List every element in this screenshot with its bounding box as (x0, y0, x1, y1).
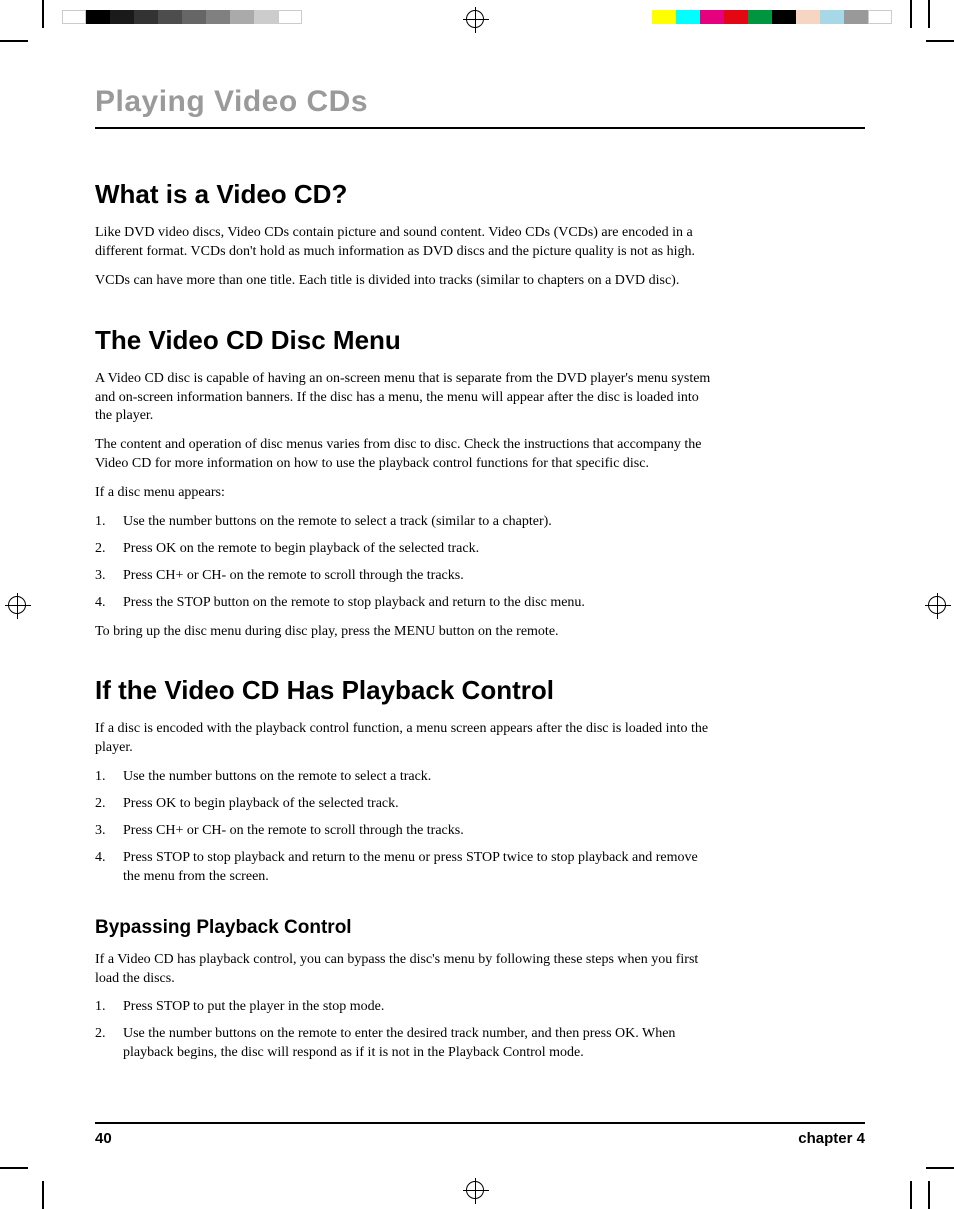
list-item: Press OK to begin playback of the select… (95, 795, 715, 814)
list-item: Press STOP to stop playback and return t… (95, 849, 715, 887)
crop-mark (42, 1181, 44, 1209)
heading-bypassing: Bypassing Playback Control (95, 917, 715, 939)
registration-mark-icon (466, 10, 484, 28)
crop-mark (928, 0, 930, 28)
page-footer: 40 chapter 4 (95, 1122, 865, 1147)
color-bar-left (62, 10, 302, 24)
registration-mark-icon (8, 596, 26, 614)
body-text: A Video CD disc is capable of having an … (95, 370, 715, 427)
crop-mark (42, 0, 44, 28)
heading-playback-control: If the Video CD Has Playback Control (95, 675, 715, 706)
chapter-label: chapter 4 (798, 1130, 865, 1147)
registration-mark-icon (928, 596, 946, 614)
registration-mark-icon (466, 1181, 484, 1199)
list-item: Use the number buttons on the remote to … (95, 768, 715, 787)
list-item: Press the STOP button on the remote to s… (95, 594, 715, 613)
list-item: Press OK on the remote to begin playback… (95, 540, 715, 559)
body-text: Like DVD video discs, Video CDs contain … (95, 224, 715, 262)
page-content: Playing Video CDs What is a Video CD? Li… (95, 85, 865, 1073)
list-item: Press STOP to put the player in the stop… (95, 998, 715, 1017)
body-text: If a disc is encoded with the playback c… (95, 720, 715, 758)
footer-rule (95, 1122, 865, 1124)
crop-mark (926, 1167, 954, 1169)
crop-mark (928, 1181, 930, 1209)
crop-mark (0, 1167, 28, 1169)
body-text: If a disc menu appears: (95, 484, 715, 503)
chapter-title: Playing Video CDs (95, 85, 865, 119)
heading-disc-menu: The Video CD Disc Menu (95, 325, 715, 356)
ordered-list: Use the number buttons on the remote to … (95, 768, 715, 886)
heading-what-is-vcd: What is a Video CD? (95, 179, 715, 210)
crop-mark (926, 40, 954, 42)
body-text: To bring up the disc menu during disc pl… (95, 623, 715, 642)
title-rule (95, 127, 865, 129)
list-item: Press CH+ or CH- on the remote to scroll… (95, 822, 715, 841)
crop-mark (910, 1181, 912, 1209)
crop-mark (0, 40, 28, 42)
list-item: Use the number buttons on the remote to … (95, 513, 715, 532)
list-item: Press CH+ or CH- on the remote to scroll… (95, 567, 715, 586)
color-bar-right (652, 10, 892, 24)
list-item: Use the number buttons on the remote to … (95, 1025, 715, 1063)
body-text: VCDs can have more than one title. Each … (95, 272, 715, 291)
ordered-list: Use the number buttons on the remote to … (95, 513, 715, 613)
crop-mark (910, 0, 912, 28)
body-text: The content and operation of disc menus … (95, 436, 715, 474)
ordered-list: Press STOP to put the player in the stop… (95, 998, 715, 1063)
page-number: 40 (95, 1130, 112, 1147)
body-text: If a Video CD has playback control, you … (95, 951, 715, 989)
